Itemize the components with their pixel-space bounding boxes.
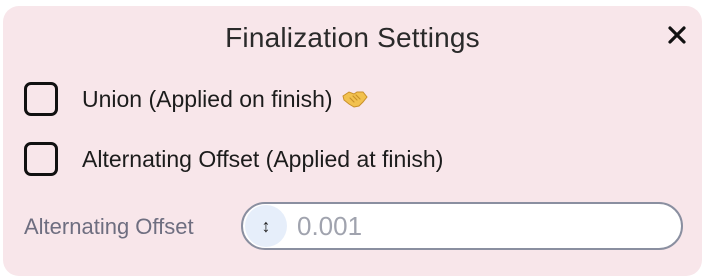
handshake-icon (341, 87, 369, 111)
alternating-offset-input-wrapper[interactable]: ↕ (241, 202, 683, 250)
finalization-settings-dialog: Finalization Settings Union (Applied on … (3, 6, 702, 276)
close-icon[interactable] (666, 24, 688, 46)
alternating-offset-checkbox[interactable] (24, 142, 58, 176)
up-down-arrow-icon[interactable]: ↕ (245, 205, 287, 247)
union-option[interactable]: Union (Applied on finish) (24, 82, 369, 116)
alternating-offset-input[interactable] (297, 210, 657, 242)
alternating-offset-option-label: Alternating Offset (Applied at finish) (82, 145, 444, 172)
dialog-title: Finalization Settings (225, 22, 480, 53)
union-checkbox[interactable] (24, 82, 58, 116)
union-label: Union (Applied on finish) (82, 85, 333, 112)
alternating-offset-field-label: Alternating Offset (24, 214, 194, 239)
alternating-offset-option[interactable]: Alternating Offset (Applied at finish) (24, 142, 443, 176)
